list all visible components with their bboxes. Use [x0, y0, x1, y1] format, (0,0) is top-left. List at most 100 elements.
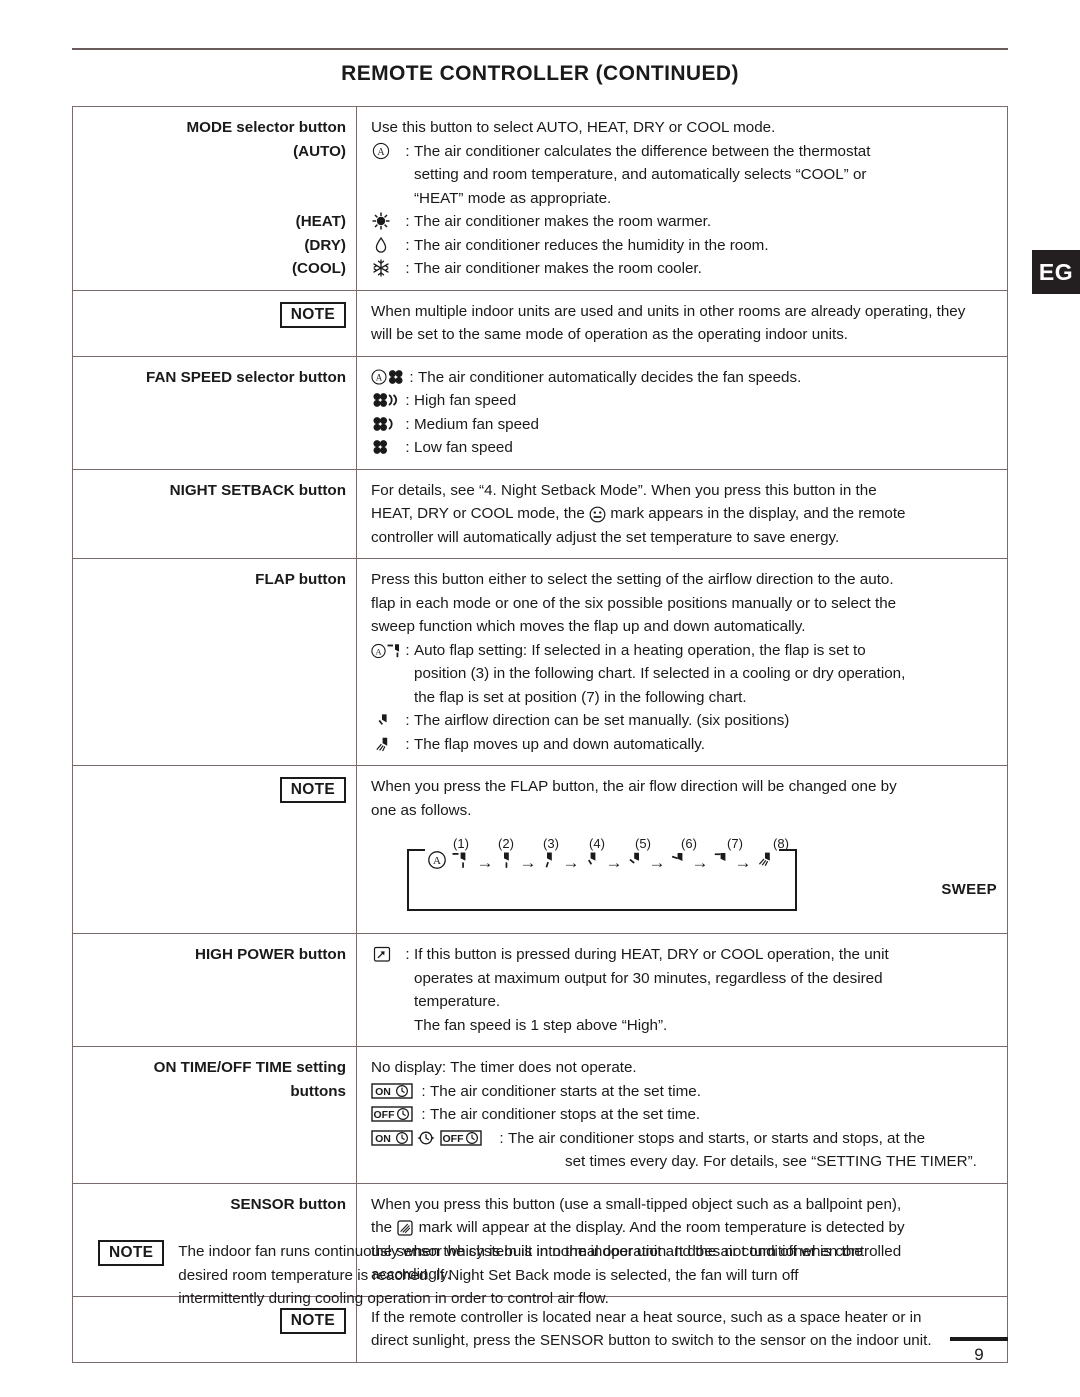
row-content-night-setback: For details, see “4. Night Setback Mode”…	[357, 470, 1007, 559]
note-badge: NOTE	[98, 1240, 165, 1266]
svg-text:ON: ON	[375, 1133, 391, 1145]
sensor-mark-icon	[396, 1219, 414, 1237]
row-content-high-power: : If this button is pressed during HEAT,…	[357, 934, 1007, 1046]
row-content-flap: Press this button either to select the s…	[357, 559, 1007, 765]
sensor-text-2a: the	[371, 1219, 393, 1236]
sun-icon	[371, 210, 401, 231]
auto-circle-a-icon: A	[371, 140, 401, 161]
mode-dry-text: The air conditioner reduces the humidity…	[414, 236, 769, 254]
flap-chart-arrow: →	[691, 852, 709, 872]
timer-no-display-text: No display: The timer does not operate.	[371, 1059, 637, 1076]
fan-medium-text: Medium fan speed	[414, 415, 539, 433]
table-row-high-power: HIGH POWER button : If this button is pr…	[73, 934, 1007, 1047]
bottom-note-line-1: The indoor fan runs continuously when th…	[178, 1243, 863, 1260]
mode-dry-entry: : The air conditioner reduces the humidi…	[371, 234, 999, 258]
fan-low-text: Low fan speed	[414, 439, 513, 456]
flap-chart-pos-3-icon	[540, 849, 560, 875]
flap-chart-pos-5-icon	[626, 849, 646, 875]
colon-separator: :	[405, 213, 410, 230]
fan-low-icon	[371, 436, 401, 457]
high-power-icon	[371, 943, 401, 964]
table-row-mode-note: NOTE When multiple indoor units are used…	[73, 290, 1007, 357]
row-label-flap: FLAP button	[73, 559, 357, 765]
row-content-fan-speed: A : The air conditioner automatically de…	[357, 357, 1007, 469]
high-power-text-2: operates at maximum output for 30 minute…	[414, 969, 883, 987]
flap-sweep-text: The flap moves up and down automatically…	[414, 735, 705, 753]
timer-off-icon: OFF	[371, 1103, 417, 1124]
flap-chart-arrow: →	[476, 852, 494, 872]
fan-high-entry: : High fan speed	[371, 389, 999, 413]
table-row-timer: ON TIME/OFF TIME setting buttons No disp…	[73, 1047, 1007, 1184]
label-sensor: SENSOR button	[230, 1195, 346, 1213]
colon-separator: :	[405, 236, 410, 254]
colon-separator: :	[405, 142, 410, 160]
svg-text:OFF: OFF	[374, 1109, 396, 1121]
label-flap: FLAP button	[255, 571, 346, 588]
colon-separator: :	[405, 712, 410, 729]
label-timer-line-1: ON TIME/OFF TIME setting	[153, 1059, 346, 1076]
flap-note-text-2: one as follows.	[371, 801, 472, 819]
flap-manual-icon	[371, 709, 401, 730]
page-bottom-note-text: The indoor fan runs continuously when th…	[178, 1240, 1008, 1311]
flap-note-text-1: When you press the FLAP button, the air …	[371, 778, 897, 795]
high-power-entry: : If this button is pressed during HEAT,…	[371, 943, 999, 967]
colon-separator: :	[421, 1106, 426, 1123]
page-bottom-note: NOTE The indoor fan runs continuously wh…	[98, 1240, 1008, 1311]
mode-cool-text: The air conditioner makes the room coole…	[414, 260, 702, 277]
timer-on-text: The air conditioner starts at the set ti…	[430, 1082, 701, 1100]
table-row-flap-note: NOTE When you press the FLAP button, the…	[73, 766, 1007, 934]
night-setback-text-1: For details, see “4. Night Setback Mode”…	[371, 481, 877, 499]
flap-text-1: Press this button either to select the s…	[371, 571, 894, 588]
flap-chart-pos-4-icon	[583, 849, 603, 875]
svg-text:A: A	[375, 646, 382, 656]
flap-chart-pos-8-sweep-icon	[755, 849, 779, 875]
label-heat: (HEAT)	[295, 213, 346, 230]
colon-separator: :	[421, 1082, 426, 1100]
manual-page: REMOTE CONTROLLER (CONTINUED) EG MODE se…	[0, 0, 1080, 1397]
colon-separator: :	[499, 1129, 504, 1147]
label-high-power: HIGH POWER button	[194, 946, 346, 963]
mode-auto-text-1: The air conditioner calculates the diffe…	[414, 142, 871, 160]
timer-off-text: The air conditioner stops at the set tim…	[430, 1106, 701, 1123]
page-number: 9	[974, 1345, 984, 1364]
flap-sweep-entry: : The flap moves up and down automatical…	[371, 733, 999, 757]
sensor-text-2b: mark will appear at the display. And the…	[418, 1219, 905, 1236]
timer-on-entry: ON : The air conditioner starts at the s…	[371, 1080, 999, 1104]
mode-heat-text: The air conditioner makes the room warme…	[414, 213, 712, 230]
mode-heat-entry: : The air conditioner makes the room war…	[371, 210, 999, 234]
flap-auto-text-2: position (3) in the following chart. If …	[414, 665, 906, 682]
flap-sequence-chart: (1) (2) (3) (4) (5) (6) (7) (8) A → → → …	[371, 832, 999, 918]
timer-both-text-2: set times every day. For details, see “S…	[565, 1153, 977, 1170]
row-content-mode: Use this button to select AUTO, HEAT, DR…	[357, 107, 1007, 290]
row-content-flap-note: When you press the FLAP button, the air …	[357, 766, 1007, 933]
svg-text:A: A	[433, 855, 441, 867]
row-label-high-power: HIGH POWER button	[73, 934, 357, 1046]
fan-auto-icon: A	[371, 366, 405, 387]
label-night-setback: NIGHT SETBACK button	[169, 481, 346, 499]
fan-auto-entry: A : The air conditioner automatically de…	[371, 366, 999, 390]
flap-chart-arrow: →	[734, 852, 752, 872]
svg-text:A: A	[377, 147, 385, 158]
table-row-fan-speed: FAN SPEED selector button A: The air co…	[73, 356, 1007, 470]
flap-chart-pos-6-icon	[669, 849, 689, 875]
page-title: REMOTE CONTROLLER (CONTINUED)	[341, 62, 739, 85]
colon-separator: :	[405, 946, 410, 963]
mode-cool-entry: : The air conditioner makes the room coo…	[371, 257, 999, 281]
night-setback-text-2b: mark appears in the display, and the rem…	[610, 505, 906, 522]
flap-chart-pos-2-icon	[497, 849, 517, 875]
high-power-text-4: The fan speed is 1 step above “High”.	[414, 1016, 668, 1034]
row-label-night-setback: NIGHT SETBACK button	[73, 469, 357, 558]
fan-auto-text: The air conditioner automatically decide…	[418, 368, 802, 386]
label-timer-line-2: buttons	[290, 1082, 346, 1100]
flap-auto-icon: A	[371, 639, 401, 660]
flap-auto-text-1: Auto flap setting: If selected in a heat…	[414, 641, 866, 659]
timer-both-text-1: The air conditioner stops and starts, or…	[508, 1129, 926, 1147]
flap-chart-sweep-label: SWEEP	[941, 881, 997, 898]
mode-note-text-2: will be set to the same mode of operatio…	[371, 326, 849, 343]
mode-auto-entry: A : The air conditioner calculates the d…	[371, 140, 999, 164]
timer-both-entry: ON OFF : The air conditioner stops and s…	[371, 1127, 999, 1151]
mode-auto-text-2: setting and room temperature, and automa…	[414, 166, 867, 183]
flap-chart-pos-7-icon	[712, 849, 732, 875]
label-fan-speed-selector: FAN SPEED selector button	[146, 368, 346, 386]
fan-medium-entry: : Medium fan speed	[371, 413, 999, 437]
